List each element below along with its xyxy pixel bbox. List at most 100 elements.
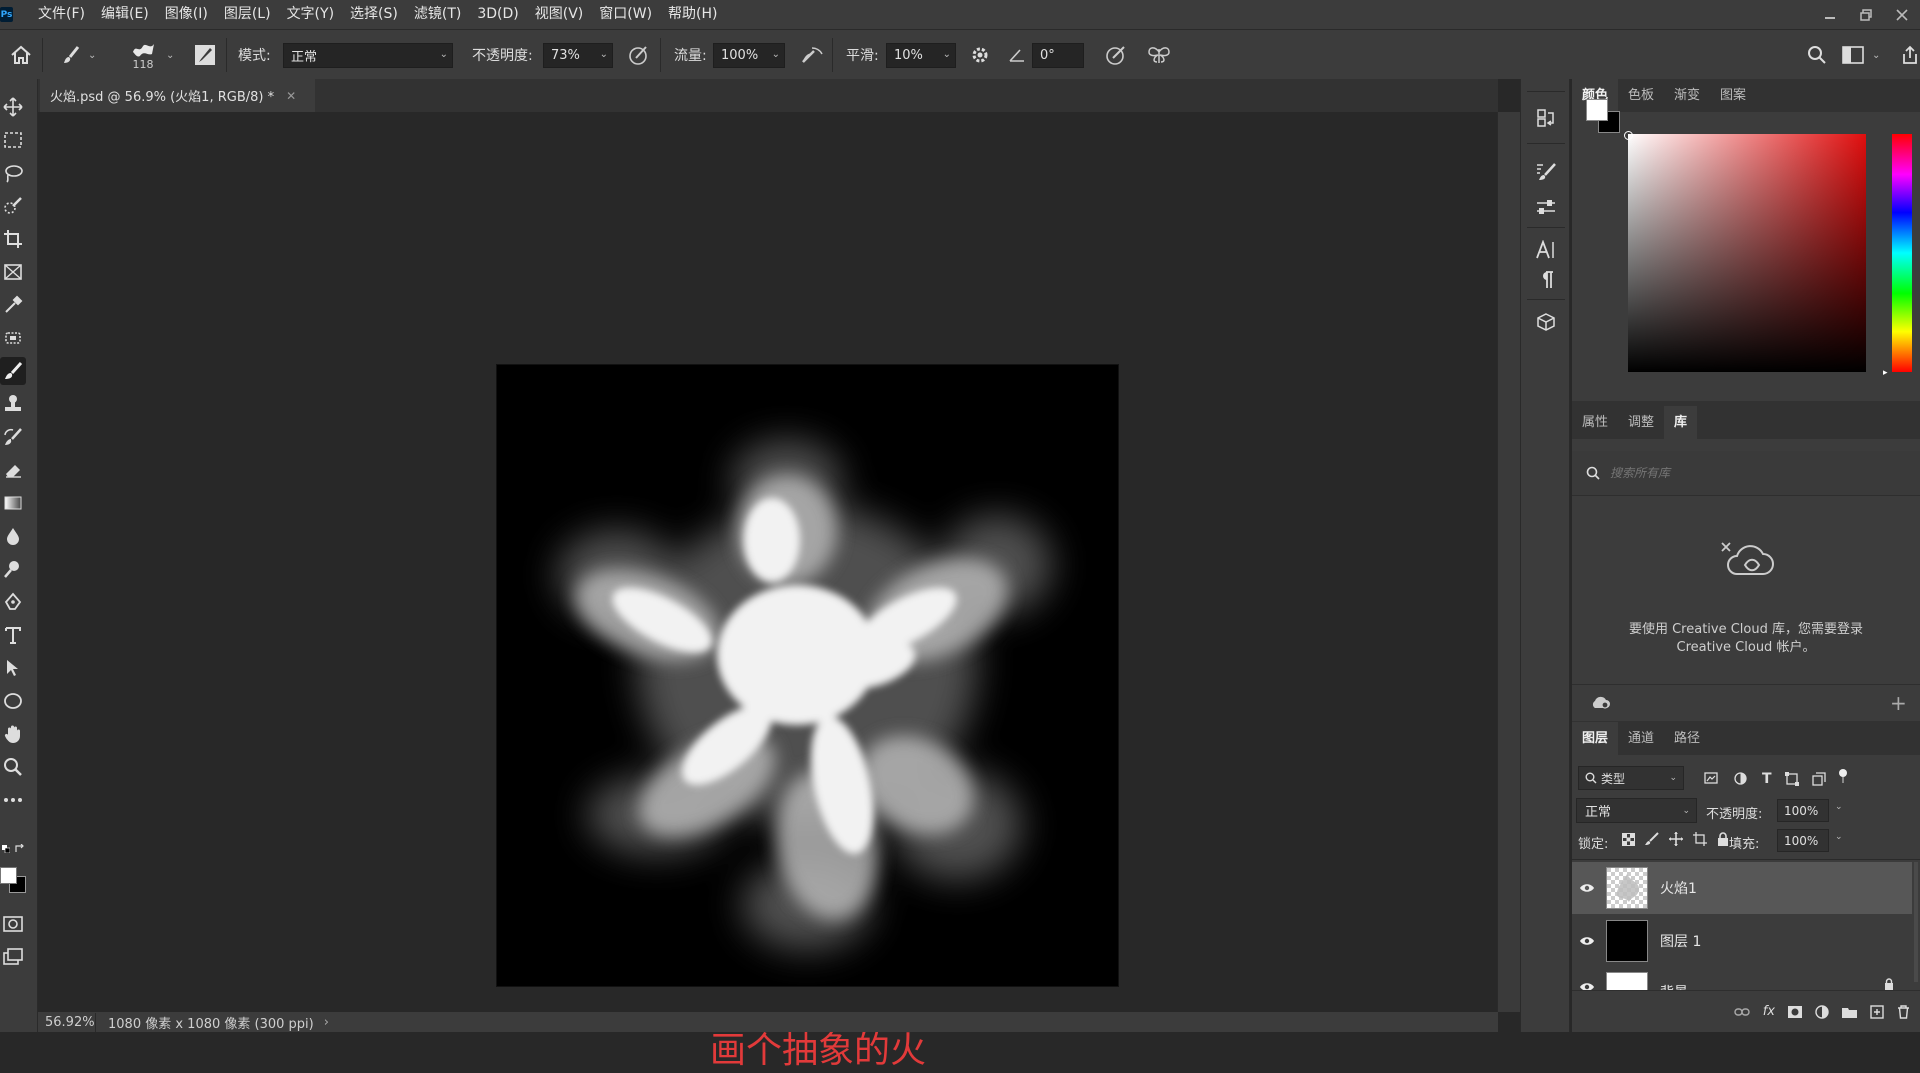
add-library-button[interactable]: + [1890, 691, 1907, 715]
layer-opacity-input[interactable]: 100% [1777, 799, 1829, 822]
filter-smart-object-icon[interactable] [1812, 772, 1826, 786]
3d-panel-button[interactable] [1531, 307, 1561, 337]
filter-pixel-icon[interactable] [1704, 772, 1718, 784]
tab-paths[interactable]: 路径 [1664, 722, 1710, 755]
tool-preset-picker[interactable]: ⌄ [62, 30, 96, 80]
lock-transparent-icon[interactable] [1622, 832, 1635, 846]
color-picker-cursor[interactable] [1624, 131, 1633, 140]
new-layer-icon[interactable] [1870, 1004, 1884, 1019]
healing-brush-tool[interactable] [0, 324, 26, 352]
layer-filter-select[interactable]: 类型 ⌄ [1578, 766, 1684, 790]
color-picker-field[interactable] [1628, 134, 1866, 372]
eye-icon[interactable] [1572, 936, 1602, 946]
flow-input[interactable]: 100% ⌄ [713, 42, 785, 68]
menu-filter[interactable]: 滤镜(T) [406, 0, 469, 29]
tab-adjustments[interactable]: 调整 [1618, 406, 1664, 439]
menu-image[interactable]: 图像(I) [157, 0, 216, 29]
eraser-tool[interactable] [0, 456, 26, 484]
crop-tool[interactable] [0, 225, 26, 253]
zoom-tool[interactable] [0, 753, 26, 781]
default-colors-icon[interactable] [2, 845, 10, 853]
adjustments-panel-button[interactable] [1531, 192, 1561, 222]
pressure-opacity-button[interactable] [628, 30, 650, 80]
frame-tool[interactable] [0, 258, 26, 286]
smoothing-options-button[interactable] [970, 30, 990, 80]
screen-mode-button[interactable] [0, 943, 26, 971]
paragraph-panel-button[interactable] [1531, 265, 1561, 295]
pressure-size-button[interactable] [1104, 30, 1128, 80]
clone-stamp-tool[interactable] [0, 390, 26, 418]
quick-mask-button[interactable] [0, 910, 26, 938]
hand-tool[interactable] [0, 720, 26, 748]
lock-position-icon[interactable] [1669, 832, 1683, 846]
chevron-right-icon[interactable]: › [324, 1015, 329, 1030]
close-button[interactable] [1884, 0, 1920, 29]
vertical-scrollbar[interactable] [1497, 112, 1520, 1012]
filter-adjustment-icon[interactable] [1734, 772, 1747, 785]
history-panel-button[interactable] [1531, 103, 1561, 133]
menu-select[interactable]: 选择(S) [342, 0, 406, 29]
library-search-input[interactable] [1610, 466, 1890, 480]
layers-scrollbar[interactable] [1914, 862, 1918, 982]
search-button[interactable] [1807, 30, 1827, 80]
smoothing-input[interactable]: 10% ⌄ [886, 42, 956, 68]
filter-type-icon[interactable]: T [1762, 771, 1772, 787]
menu-view[interactable]: 视图(V) [527, 0, 592, 29]
character-panel-button[interactable] [1531, 235, 1561, 265]
add-mask-icon[interactable] [1788, 1005, 1802, 1018]
lasso-tool[interactable] [0, 159, 26, 187]
brush-preset-picker[interactable]: 118 [130, 30, 156, 80]
document-tab[interactable]: 火焰.psd @ 56.9% (火焰1, RGB/8) * ✕ [40, 79, 315, 112]
airbrush-button[interactable] [800, 30, 824, 80]
tab-channels[interactable]: 通道 [1618, 722, 1664, 755]
menu-edit[interactable]: 编辑(E) [93, 0, 157, 29]
chevron-down-icon[interactable]: ⌄ [166, 50, 174, 61]
tab-libraries[interactable]: 库 [1664, 406, 1698, 439]
link-layers-icon[interactable] [1734, 1007, 1750, 1017]
hue-slider[interactable] [1892, 134, 1912, 372]
chevron-down-icon[interactable]: ⌄ [1835, 832, 1843, 842]
library-search[interactable] [1572, 451, 1920, 496]
type-tool[interactable] [0, 621, 26, 649]
home-button[interactable] [10, 30, 32, 80]
blur-tool[interactable] [0, 522, 26, 550]
eyedropper-tool[interactable] [0, 291, 26, 319]
menu-file[interactable]: 文件(F) [30, 0, 93, 29]
pen-tool[interactable] [0, 588, 26, 616]
canvas-workspace[interactable]: 画个抽象的火 [38, 112, 1498, 1071]
tab-properties[interactable]: 属性 [1572, 406, 1618, 439]
menu-type[interactable]: 文字(Y) [279, 0, 342, 29]
foreground-color-swatch[interactable] [1586, 99, 1608, 121]
brush-settings-toggle[interactable] [194, 30, 216, 80]
minimize-button[interactable] [1812, 0, 1848, 29]
tab-layers[interactable]: 图层 [1572, 722, 1619, 755]
filter-toggle-icon[interactable] [1838, 768, 1848, 784]
close-tab-icon[interactable]: ✕ [286, 89, 296, 103]
angle-input[interactable]: 0° [1032, 42, 1084, 68]
menu-window[interactable]: 窗口(W) [591, 0, 660, 29]
foreground-color-swatch[interactable] [0, 867, 17, 884]
eye-icon[interactable] [1572, 883, 1602, 893]
lock-pixels-icon[interactable] [1645, 832, 1659, 846]
restore-button[interactable] [1848, 0, 1884, 29]
cloud-sync-icon[interactable] [1590, 694, 1612, 710]
eye-icon[interactable] [1572, 982, 1602, 990]
hue-slider-handle[interactable]: ▸ [1883, 368, 1888, 378]
edit-toolbar-button[interactable] [0, 786, 26, 814]
menu-layer[interactable]: 图层(L) [216, 0, 279, 29]
gradient-tool[interactable] [0, 489, 26, 517]
symmetry-button[interactable] [1146, 30, 1172, 80]
layer-style-icon[interactable]: fx [1763, 1004, 1775, 1019]
layer-row-background[interactable]: 背景 [1572, 968, 1912, 990]
share-button[interactable] [1900, 30, 1920, 80]
tab-swatches[interactable]: 色板 [1618, 79, 1664, 112]
chevron-down-icon[interactable]: ⌄ [1835, 802, 1843, 812]
menu-help[interactable]: 帮助(H) [660, 0, 725, 29]
workspace-button[interactable]: ⌄ [1842, 30, 1880, 80]
move-tool[interactable] [0, 93, 26, 121]
lock-all-icon[interactable] [1717, 832, 1729, 846]
fill-input[interactable]: 100% [1777, 829, 1829, 852]
blend-mode-select[interactable]: 正常 ⌄ [1576, 798, 1697, 823]
new-group-icon[interactable] [1842, 1006, 1857, 1018]
delete-layer-icon[interactable] [1897, 1004, 1910, 1019]
